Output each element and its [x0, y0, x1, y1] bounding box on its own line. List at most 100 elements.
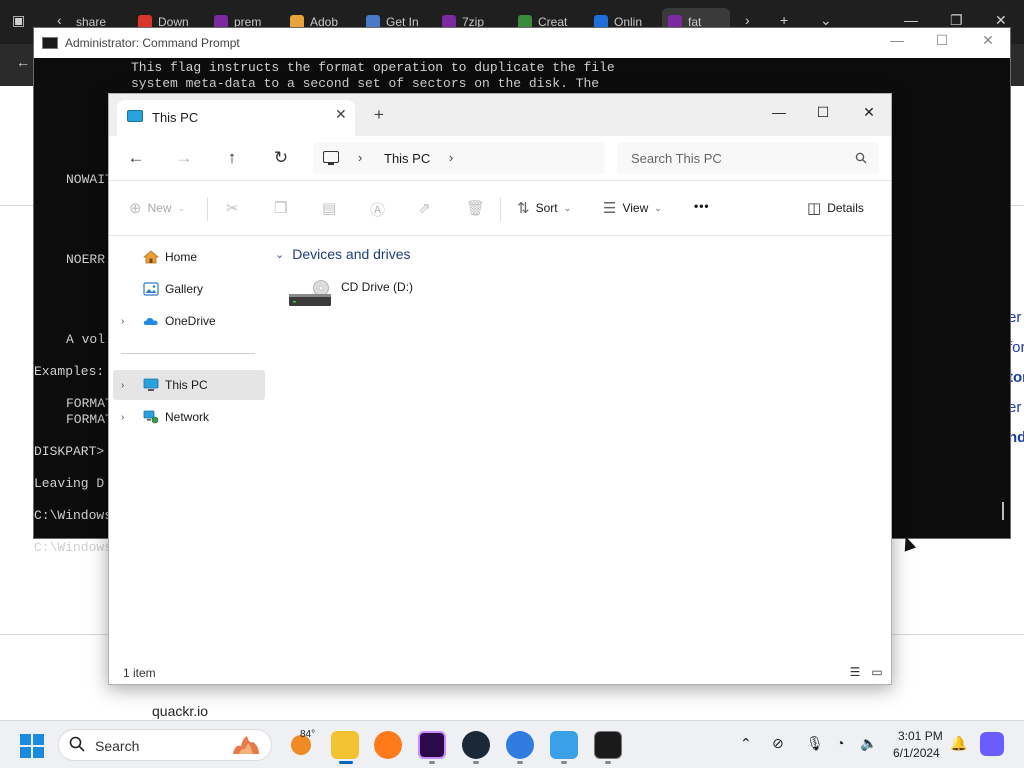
console-line: A vol: [66, 332, 106, 347]
cut-button[interactable]: ✂: [226, 199, 239, 217]
sidebar-divider: [121, 353, 255, 354]
steam-icon[interactable]: [462, 731, 490, 759]
drive-label: CD Drive (D:): [341, 280, 413, 294]
cmd-scrollbar[interactable]: [1002, 502, 1004, 520]
sidebar-item-this-pc[interactable]: › This PC: [113, 370, 265, 400]
scissors-icon: ✂: [226, 200, 239, 217]
sidebar-item-gallery[interactable]: Gallery: [113, 274, 265, 304]
forward-button[interactable]: →: [170, 146, 198, 170]
browser-back-icon[interactable]: ←: [16, 54, 30, 70]
cmd-close-button[interactable]: ✕: [973, 32, 1003, 49]
console-line: system meta-data to a second set of sect…: [131, 76, 600, 91]
rename-button[interactable]: Ⓐ: [370, 199, 385, 220]
browser-minimize-icon[interactable]: —: [904, 12, 918, 28]
tab-this-pc[interactable]: This PC ✕: [117, 100, 355, 136]
clock-date[interactable]: 6/1/2024: [893, 746, 940, 760]
navigation-pane: Home Gallery › OneDrive › This PC › Netw…: [109, 236, 269, 664]
close-button[interactable]: ✕: [849, 98, 889, 126]
this-pc-icon: [143, 378, 159, 391]
chevron-down-icon: ⌄: [654, 202, 662, 213]
search-icon: [69, 736, 85, 752]
drive-item-cd[interactable]: CD Drive (D:): [289, 274, 449, 314]
expand-chevron-icon[interactable]: ›: [121, 412, 124, 423]
new-tab-button[interactable]: +: [374, 105, 384, 125]
tab-scroll-left-icon[interactable]: ‹: [57, 12, 62, 28]
cmd-minimize-button[interactable]: —: [882, 32, 912, 48]
console-line: C:\Windows: [34, 540, 113, 555]
notification-bell-icon[interactable]: 🔔: [950, 735, 967, 752]
breadcrumb-separator[interactable]: ›: [358, 150, 362, 165]
console-line: NOWAIT: [66, 172, 113, 187]
sidebar-item-home[interactable]: Home: [113, 242, 265, 272]
file-explorer-taskbar-icon[interactable]: [331, 731, 359, 759]
breadcrumb-this-pc[interactable]: This PC: [384, 151, 430, 166]
cmd-title-bar[interactable]: Administrator: Command Prompt — ☐ ✕: [34, 28, 1010, 58]
running-indicator: [429, 761, 435, 764]
sidebar-item-onedrive[interactable]: › OneDrive: [113, 306, 265, 336]
tiles-view-icon[interactable]: ▭: [870, 665, 884, 679]
back-button[interactable]: ←: [122, 146, 150, 170]
sidebar-item-network[interactable]: › Network: [113, 402, 265, 432]
notepad-icon[interactable]: [550, 731, 578, 759]
maximize-button[interactable]: ☐: [803, 98, 843, 126]
cmd-maximize-button[interactable]: ☐: [927, 32, 957, 49]
new-button-label: New: [147, 201, 172, 215]
chevron-up-icon[interactable]: ⌃: [740, 735, 752, 752]
network-off-icon[interactable]: ⊘: [772, 735, 784, 752]
chrome-icon[interactable]: [506, 731, 534, 759]
copy-button[interactable]: ❐: [274, 199, 287, 217]
more-options-button[interactable]: •••: [694, 199, 710, 213]
view-button[interactable]: ☰ View ⌄: [603, 199, 662, 217]
taskbar-search[interactable]: Search: [58, 729, 272, 761]
tab-scroll-right-icon[interactable]: ›: [745, 12, 750, 28]
terminal-icon[interactable]: [594, 731, 622, 759]
firefox-icon[interactable]: [374, 731, 402, 759]
copilot-icon[interactable]: [980, 732, 1004, 756]
clock-time[interactable]: 3:01 PM: [898, 729, 943, 743]
running-indicator: [605, 761, 611, 764]
wifi-icon[interactable]: ◔: [836, 735, 844, 751]
up-button[interactable]: ↑: [218, 146, 246, 170]
this-pc-icon: [127, 110, 143, 122]
sort-button[interactable]: ⇅ Sort ⌄: [517, 199, 571, 217]
details-label: Details: [827, 201, 864, 215]
copy-icon: ❐: [274, 200, 288, 217]
console-line: This flag instructs the format operation…: [131, 60, 615, 75]
command-separator: [500, 197, 501, 221]
tab-actions-icon[interactable]: ▣: [12, 12, 25, 29]
share-button[interactable]: ⇗: [418, 199, 431, 217]
chevron-down-icon: ⌄: [563, 202, 572, 213]
minimize-button[interactable]: —: [759, 98, 799, 126]
search-input[interactable]: Search This PC: [617, 142, 879, 174]
address-bar[interactable]: › This PC ›: [313, 142, 605, 174]
content-pane[interactable]: ⌄ Devices and drives CD Drive (D:): [269, 236, 891, 664]
group-header-devices[interactable]: ⌄ Devices and drives: [275, 246, 411, 262]
refresh-button[interactable]: ↻: [267, 146, 295, 170]
view-icon: ☰: [603, 200, 617, 217]
expand-chevron-icon[interactable]: ›: [121, 380, 124, 391]
premiere-pro-icon[interactable]: [418, 731, 446, 759]
details-view-icon[interactable]: ☰: [848, 665, 862, 679]
windows-start-icon[interactable]: [20, 734, 44, 758]
sidebar-item-label: OneDrive: [165, 314, 216, 328]
volume-icon[interactable]: 🔈: [860, 735, 877, 752]
plus-circle-icon: ⊕: [129, 200, 142, 217]
details-button[interactable]: ◫ Details: [807, 199, 864, 217]
file-explorer-window[interactable]: This PC ✕ + — ☐ ✕ ← → ↑ ↻ › This PC › Se…: [108, 93, 892, 685]
console-line: FORMAT: [66, 396, 113, 411]
new-button[interactable]: ⊕ New ⌄: [129, 199, 185, 217]
expand-chevron-icon[interactable]: ›: [121, 316, 124, 327]
collapse-chevron-icon[interactable]: ⌄: [275, 248, 284, 261]
breadcrumb-separator[interactable]: ›: [449, 150, 453, 165]
paste-button[interactable]: ▤: [322, 199, 336, 217]
cmd-title: Administrator: Command Prompt: [65, 36, 240, 50]
search-icon: [855, 152, 867, 164]
item-count: 1 item: [123, 666, 156, 680]
tab-close-icon[interactable]: ✕: [335, 106, 347, 123]
new-tab-icon[interactable]: +: [780, 12, 788, 28]
search-placeholder: Search This PC: [631, 151, 722, 166]
command-bar: ⊕ New ⌄ ✂ ❐ ▤ Ⓐ ⇗ 🗑 ⇅ Sort ⌄ ☰ View ⌄ ••…: [109, 180, 891, 236]
microphone-icon[interactable]: 🎙: [806, 735, 824, 752]
delete-button[interactable]: 🗑: [466, 199, 485, 217]
sidebar-item-label: Gallery: [165, 282, 204, 296]
